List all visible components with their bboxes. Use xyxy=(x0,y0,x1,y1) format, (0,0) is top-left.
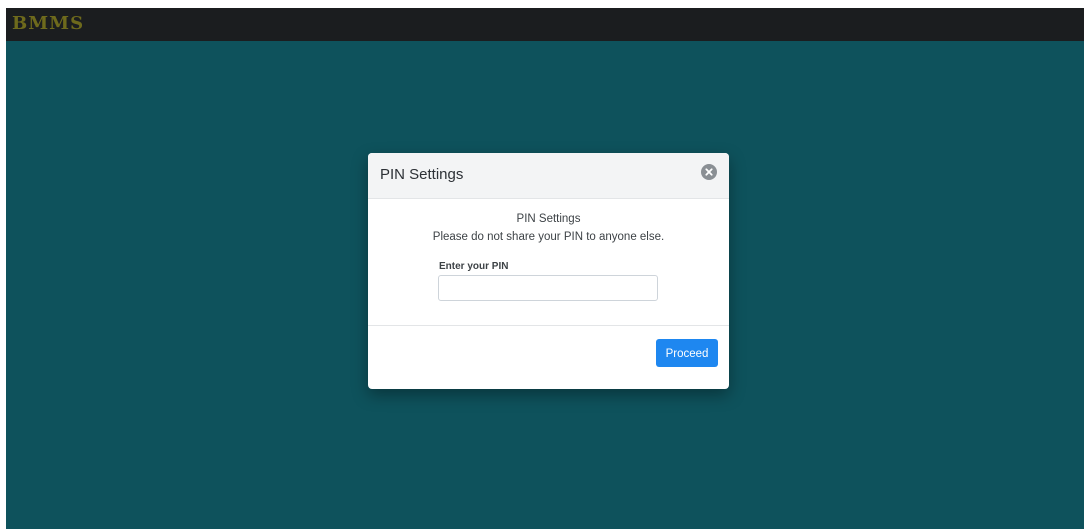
app-background: BMMS PIN Settings PIN Settings Please do… xyxy=(6,8,1084,529)
proceed-button[interactable]: Proceed xyxy=(656,339,718,367)
modal-header: PIN Settings xyxy=(368,153,729,199)
info-message: Please do not share your PIN to anyone e… xyxy=(432,231,665,243)
pin-settings-modal: PIN Settings PIN Settings Please do not … xyxy=(368,153,729,389)
brand-logo: BMMS xyxy=(12,13,85,34)
pin-field-label: Enter your PIN xyxy=(439,261,509,272)
top-bar: BMMS xyxy=(6,8,1084,41)
close-icon[interactable] xyxy=(701,164,717,180)
modal-title: PIN Settings xyxy=(380,166,464,183)
modal-body: PIN Settings Please do not share your PI… xyxy=(368,199,729,326)
pin-input[interactable] xyxy=(438,275,658,301)
info-heading: PIN Settings xyxy=(516,213,581,225)
